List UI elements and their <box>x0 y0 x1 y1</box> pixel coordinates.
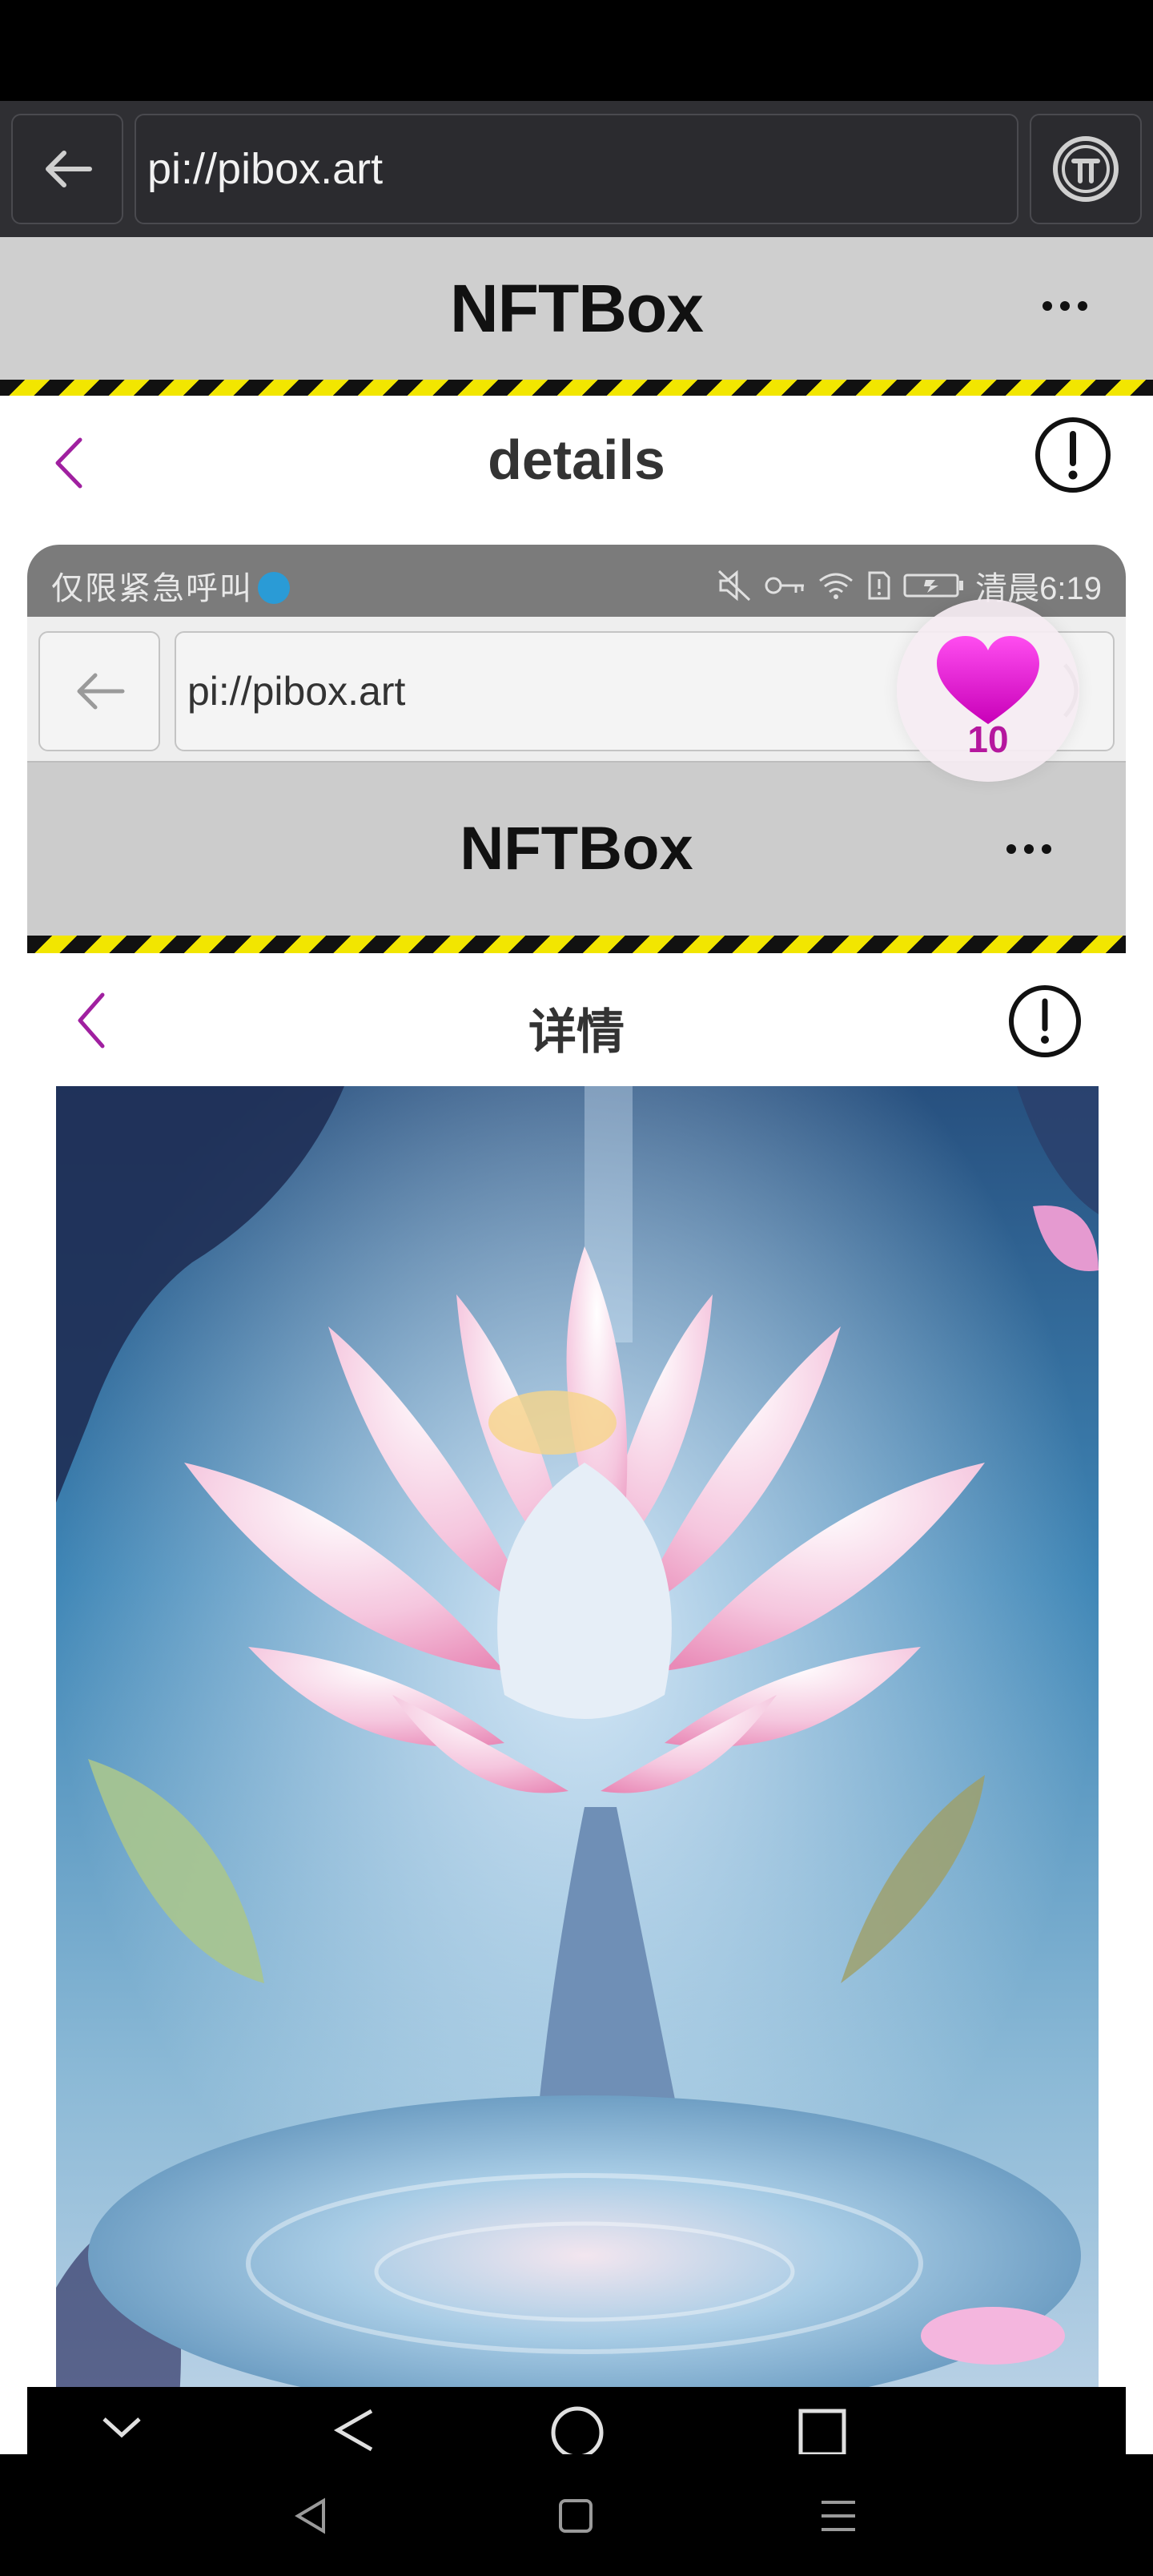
site-header: NFTBox <box>0 237 1153 380</box>
more-horizontal-icon <box>1043 301 1087 311</box>
site-title: NFTBox <box>450 271 704 346</box>
nft-image-screenshot[interactable]: 仅限紧急呼叫 清晨6:19 pi://pibox.art NFTBox 详情 <box>27 545 1126 2454</box>
embedded-page-title: 详情 <box>528 1004 625 1061</box>
embedded-more-icon <box>1001 827 1057 871</box>
embedded-site-header: NFTBox <box>27 763 1126 936</box>
status-bar <box>0 0 1153 101</box>
arrow-left-icon <box>77 673 125 710</box>
like-count: 10 <box>967 718 1009 760</box>
battery-icon <box>903 574 964 598</box>
recents-square-icon <box>798 2409 846 2457</box>
browser-url-field[interactable]: pi://pibox.art <box>135 114 1018 224</box>
wifi-icon <box>819 573 854 599</box>
system-navigation-bar <box>0 2454 1153 2576</box>
browser-bar: pi://pibox.art <box>0 101 1153 237</box>
back-triangle-icon[interactable] <box>291 2496 331 2536</box>
home-square-icon[interactable] <box>557 2498 594 2534</box>
menu-icon[interactable] <box>818 2498 858 2534</box>
chevron-down-icon <box>102 2417 141 2438</box>
embedded-hazard-stripe <box>27 936 1126 953</box>
sim-alert-icon <box>868 571 890 600</box>
detail-nav: details <box>0 396 1153 516</box>
hazard-stripe <box>0 380 1153 396</box>
arrow-left-icon <box>46 151 92 187</box>
back-triangle-icon <box>333 2409 373 2452</box>
status-text: 仅限紧急呼叫 <box>51 571 253 606</box>
home-circle-icon <box>551 2406 604 2459</box>
sync-icon <box>258 572 290 604</box>
pi-logo-icon <box>1053 136 1119 202</box>
embedded-detail-nav: 详情 <box>27 953 1126 1086</box>
lotus-artwork-image <box>56 1086 1099 2454</box>
mute-icon <box>718 570 751 602</box>
info-circle-icon <box>1009 985 1081 1057</box>
embedded-back-button <box>38 631 160 751</box>
page-title: details <box>488 429 665 491</box>
embedded-site-title: NFTBox <box>460 815 693 883</box>
browser-back-button[interactable] <box>11 114 123 224</box>
key-icon <box>765 577 805 594</box>
info-circle-icon[interactable] <box>1033 415 1113 495</box>
more-horizontal-icon <box>1006 844 1051 854</box>
more-button[interactable] <box>1033 282 1097 330</box>
pi-browser-button[interactable] <box>1030 114 1142 224</box>
embedded-system-nav <box>27 2387 1126 2459</box>
like-button[interactable]: 10 <box>897 599 1079 782</box>
